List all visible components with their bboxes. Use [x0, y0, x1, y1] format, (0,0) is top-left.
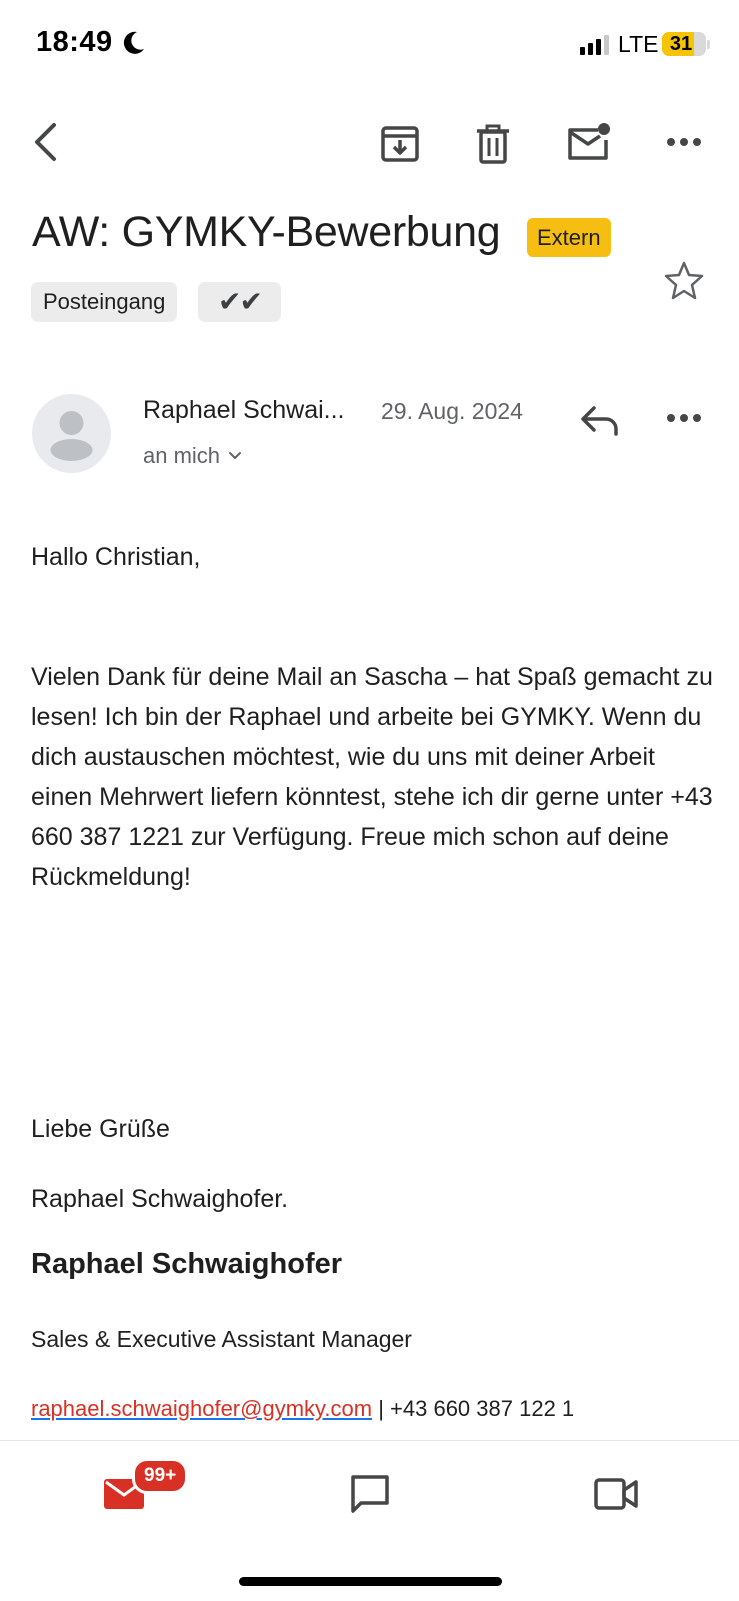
email-signoff: Raphael Schwaighofer. — [31, 1185, 289, 1213]
label-chip-checks-text: ✔✔ — [218, 286, 263, 317]
signature-title: Sales & Executive Assistant Manager — [31, 1326, 412, 1352]
signature-email-link[interactable]: raphael.schwaighofer@gymky.com — [31, 1396, 372, 1421]
email-paragraph: Vielen Dank für deine Mail an Sascha – h… — [31, 663, 713, 891]
signature-contact: raphael.schwaighofer@gymky.com | +43 660… — [31, 1396, 574, 1422]
recipient-label: an mich — [143, 443, 221, 468]
video-icon — [594, 1478, 638, 1510]
star-icon — [664, 261, 704, 300]
label-chip-checks[interactable]: ✔✔ — [198, 282, 281, 322]
chevron-left-icon — [35, 123, 56, 161]
delete-button[interactable] — [467, 118, 519, 170]
trash-icon — [477, 124, 509, 164]
archive-button[interactable] — [374, 118, 426, 170]
moon-icon — [123, 31, 144, 54]
mail-unread-icon — [568, 123, 610, 160]
network-type: LTE — [618, 31, 659, 57]
chat-icon — [351, 1475, 389, 1513]
email-greeting: Hallo Christian, — [31, 543, 201, 571]
sender-avatar[interactable] — [32, 394, 111, 473]
more-horizontal-icon — [667, 138, 701, 146]
status-time: 18:49 — [36, 26, 113, 58]
signature-separator: | — [372, 1396, 391, 1421]
archive-icon — [381, 126, 419, 162]
sender-name[interactable]: Raphael Schwai... — [143, 396, 345, 425]
mark-unread-button[interactable] — [560, 116, 618, 168]
email-subject: AW: GYMKY-Bewerbung — [32, 208, 501, 256]
signal-icon — [580, 35, 609, 55]
signature-phone[interactable]: +43 660 387 122 1 — [390, 1396, 574, 1421]
battery-icon: 31 — [662, 32, 706, 56]
battery-level: 31 — [669, 33, 693, 55]
email-closing: Liebe Grüße — [31, 1115, 170, 1143]
mail-unread-badge: 99+ — [132, 1458, 189, 1494]
reply-icon — [581, 406, 618, 436]
message-more-button[interactable] — [660, 394, 708, 442]
battery-tip — [707, 40, 710, 49]
more-button[interactable] — [660, 118, 708, 166]
chevron-down-icon — [229, 452, 242, 459]
more-horizontal-icon — [667, 414, 701, 422]
email-date: 29. Aug. 2024 — [381, 398, 523, 424]
person-icon — [50, 411, 93, 461]
signature-name: Raphael Schwaighofer — [31, 1248, 343, 1280]
nav-meet-button[interactable] — [584, 1466, 648, 1522]
reply-button[interactable] — [574, 398, 626, 442]
nav-chat-button[interactable] — [338, 1466, 402, 1522]
recipient-toggle[interactable]: an mich — [143, 443, 242, 469]
back-button[interactable] — [24, 116, 68, 168]
star-button[interactable] — [660, 256, 708, 304]
home-indicator[interactable] — [239, 1577, 502, 1586]
label-chip-inbox[interactable]: Posteingang — [31, 282, 178, 322]
extern-badge: Extern — [527, 218, 611, 257]
